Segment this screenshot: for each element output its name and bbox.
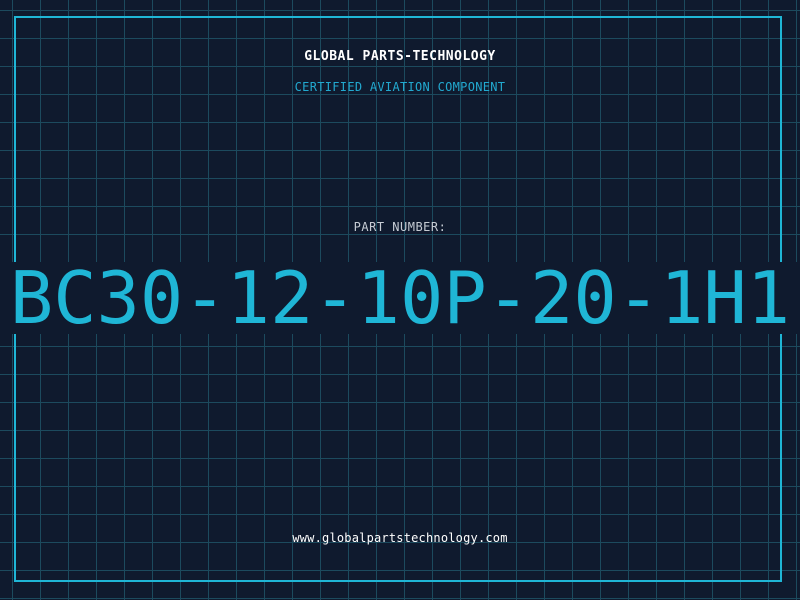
certification-tagline: CERTIFIED AVIATION COMPONENT [294, 80, 506, 94]
part-number-label: PART NUMBER: [353, 220, 447, 234]
company-name: GLOBAL PARTS-TECHNOLOGY [304, 49, 496, 64]
part-number-value: BC30-12-10P-20-1H1 [9, 262, 791, 334]
website-url[interactable]: www.globalpartstechnology.com [0, 531, 800, 545]
part-number-band: BC30-12-10P-20-1H1 [0, 262, 800, 334]
certificate-page: GLOBAL PARTS-TECHNOLOGY CERTIFIED AVIATI… [0, 0, 800, 600]
